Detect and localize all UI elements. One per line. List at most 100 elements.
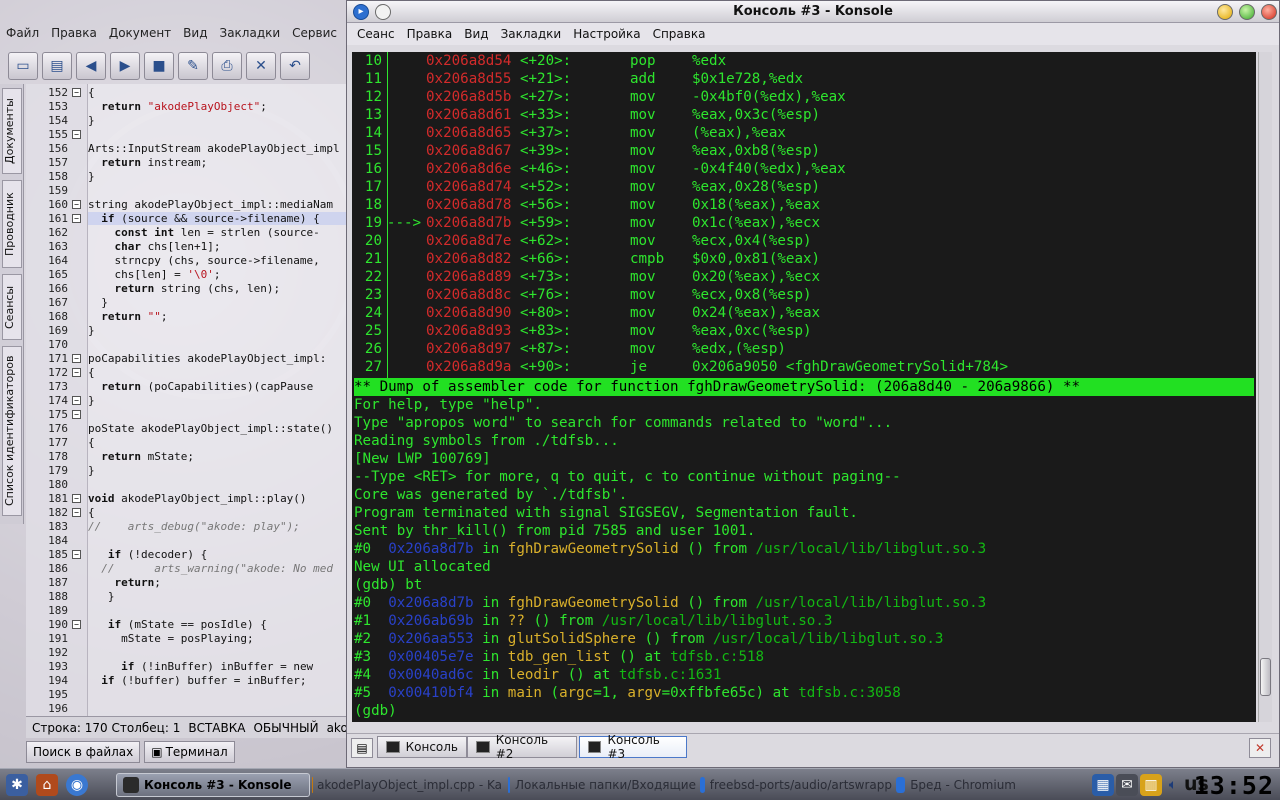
back-icon[interactable]: ◀	[76, 52, 106, 80]
konsole-menu-item[interactable]: Сеанс	[351, 27, 401, 41]
konsole-menu-item[interactable]: Закладки	[495, 27, 568, 41]
minimize-icon[interactable]	[1217, 4, 1233, 20]
instruction-args: %eax,0x28(%esp)	[691, 179, 821, 195]
line-number: 193	[48, 660, 68, 673]
clock[interactable]: 13:52	[1194, 771, 1274, 800]
tab-console-1[interactable]: Консоль	[377, 736, 467, 758]
tab-console-3[interactable]: Консоль #3	[579, 733, 687, 761]
taskbar-task[interactable]: Локальные папки/Входящие	[508, 773, 696, 797]
fold-toggle-icon[interactable]: −	[72, 130, 81, 139]
fold-toggle-icon[interactable]: −	[72, 354, 81, 363]
line-number: 167	[48, 296, 68, 309]
kate-menu-item[interactable]: Правка	[45, 26, 103, 40]
scrollbar-thumb[interactable]	[1260, 658, 1271, 696]
home-icon[interactable]: ⌂	[36, 774, 58, 796]
klipper-icon[interactable]: ▥	[1140, 774, 1162, 796]
fold-toggle-icon[interactable]: −	[72, 550, 81, 559]
taskbar-task[interactable]: akodePlayObject_impl.cpp - Ka	[312, 773, 502, 797]
instruction-args: %ecx,0x4(%esp)	[691, 233, 812, 249]
terminal-button[interactable]: ▣ Терминал	[144, 741, 235, 763]
fold-toggle-icon[interactable]: −	[72, 508, 81, 517]
mail-icon[interactable]: ✉	[1116, 774, 1138, 796]
fold-toggle-icon[interactable]: −	[72, 200, 81, 209]
taskbar-task[interactable]: Бред - Chromium	[896, 773, 1016, 797]
taskbar-task[interactable]: Консоль #3 - Konsole	[116, 773, 310, 797]
undo-icon[interactable]: ↶	[280, 52, 310, 80]
frame-args: ()	[567, 667, 585, 683]
konsole-menu-item[interactable]: Настройка	[567, 27, 646, 41]
disasm-line: 18 0x206a8d78 <+56>: mov 0x18(%eax),%eax	[354, 196, 820, 214]
fold-toggle-icon[interactable]: −	[72, 620, 81, 629]
konsole-window[interactable]: ▸ Консоль #3 - Konsole Сеанс Правка Вид Зак…	[346, 0, 1280, 768]
kate-menu-item[interactable]: Закладки	[214, 26, 287, 40]
kate-menubar: ФайлПравкаДокументВидЗакладкиСервисСе	[0, 22, 365, 44]
kate-menu-item[interactable]: Файл	[0, 26, 45, 40]
task-label: Консоль #3 - Konsole	[144, 778, 292, 792]
current-line-marker	[382, 70, 426, 88]
kate-menu-item[interactable]: Вид	[177, 26, 213, 40]
new-tab-icon[interactable]: ▤	[351, 738, 373, 758]
insert-mode[interactable]: ВСТАВКА	[188, 721, 245, 735]
forward-icon[interactable]: ▶	[110, 52, 140, 80]
print-icon[interactable]: ⎙	[212, 52, 242, 80]
side-tab-symbols[interactable]: Список идентификаторов	[2, 346, 22, 516]
konsole-menu-item[interactable]: Правка	[401, 27, 459, 41]
fold-toggle-icon[interactable]: −	[72, 494, 81, 503]
instruction-op: mov	[629, 305, 656, 321]
instruction-address: 0x206a8d97	[426, 341, 512, 357]
current-line-marker: --->	[386, 215, 422, 231]
konsole-titlebar[interactable]: ▸ Консоль #3 - Konsole	[347, 1, 1279, 23]
close-tab-icon[interactable]: ✕	[1249, 738, 1271, 758]
line-number: 17	[364, 179, 382, 195]
kate-statusbar: Строка: 170 Столбец: 1 ВСТАВКА ОБЫЧНЫЙ a…	[26, 716, 348, 738]
instruction-op: mov	[629, 269, 656, 285]
find-in-files-button[interactable]: Поиск в файлах	[26, 741, 141, 763]
kate-window[interactable]: ФайлПравкаДокументВидЗакладкиСервисСе ▭ …	[0, 0, 365, 768]
instruction-op: cmpb	[629, 251, 665, 267]
open-file-icon[interactable]: ▤	[42, 52, 72, 80]
code-line: void akodePlayObject_impl::play()	[88, 492, 307, 505]
fold-toggle-icon[interactable]: −	[72, 214, 81, 223]
save-as-icon[interactable]: ✎	[178, 52, 208, 80]
new-file-icon[interactable]: ▭	[8, 52, 38, 80]
save-icon[interactable]: ■	[144, 52, 174, 80]
maximize-icon[interactable]	[1239, 4, 1255, 20]
taskbar-task[interactable]: freebsd-ports/audio/artswrapp	[700, 773, 892, 797]
konsole-menu-item[interactable]: Вид	[458, 27, 494, 41]
fold-toggle-icon[interactable]: −	[72, 396, 81, 405]
stack-frame: #3 0x00405e7e in tdb_gen_list () at tdfs…	[354, 648, 764, 666]
instruction-args: $0x1e728,%edx	[691, 71, 804, 87]
close-doc-icon[interactable]: ✕	[246, 52, 276, 80]
kde-menu-icon[interactable]: ✱	[6, 774, 28, 796]
side-tab-documents[interactable]: Документы	[2, 88, 22, 174]
terminal-screen[interactable]: 10 0x206a8d54 <+20>: pop %edx 11 0x206a8d55…	[352, 52, 1256, 722]
line-number: 19	[364, 215, 382, 231]
selection-mode[interactable]: ОБЫЧНЫЙ	[253, 721, 318, 735]
instruction-args: $0x0,0x81(%eax)	[691, 251, 821, 267]
chromium-icon[interactable]: ◉	[66, 774, 88, 796]
frame-source: /usr/local/lib/libglut.so.3	[755, 541, 987, 557]
side-tab-sessions[interactable]: Сеансы	[2, 274, 22, 340]
code-editor[interactable]: { return "akodePlayObject"; } Arts::Inpu…	[88, 84, 348, 716]
instruction-op: mov	[629, 287, 656, 303]
konsole-menu-item[interactable]: Справка	[647, 27, 712, 41]
instruction-args: %edx	[691, 53, 727, 69]
fold-toggle-icon[interactable]: −	[72, 88, 81, 97]
kate-menu-item[interactable]: Документ	[103, 26, 177, 40]
frame-address: 0x0040ad6c	[388, 667, 474, 683]
output-line: --Type <RET> for more, q to quit, c to c…	[354, 469, 901, 485]
close-icon[interactable]	[1261, 4, 1277, 20]
network-icon[interactable]: ▦	[1092, 774, 1114, 796]
disasm-line: 11 0x206a8d55 <+21>: add $0x1e728,%edx	[354, 70, 803, 88]
terminal-scrollbar[interactable]	[1258, 52, 1272, 722]
fold-toggle-icon[interactable]: −	[72, 368, 81, 377]
terminal-icon	[588, 741, 602, 753]
status-extra: ako	[326, 720, 348, 735]
disasm-line: 23 0x206a8d8c <+76>: mov %ecx,0x8(%esp)	[354, 286, 812, 304]
kate-menu-item[interactable]: Сервис	[286, 26, 343, 40]
tab-console-2[interactable]: Консоль #2	[467, 733, 577, 761]
instruction-offset: <+66>:	[519, 251, 572, 267]
volume-icon[interactable]: 🔈︎	[1162, 774, 1184, 796]
side-tab-filesystem[interactable]: Проводник	[2, 180, 22, 268]
fold-toggle-icon[interactable]: −	[72, 410, 81, 419]
